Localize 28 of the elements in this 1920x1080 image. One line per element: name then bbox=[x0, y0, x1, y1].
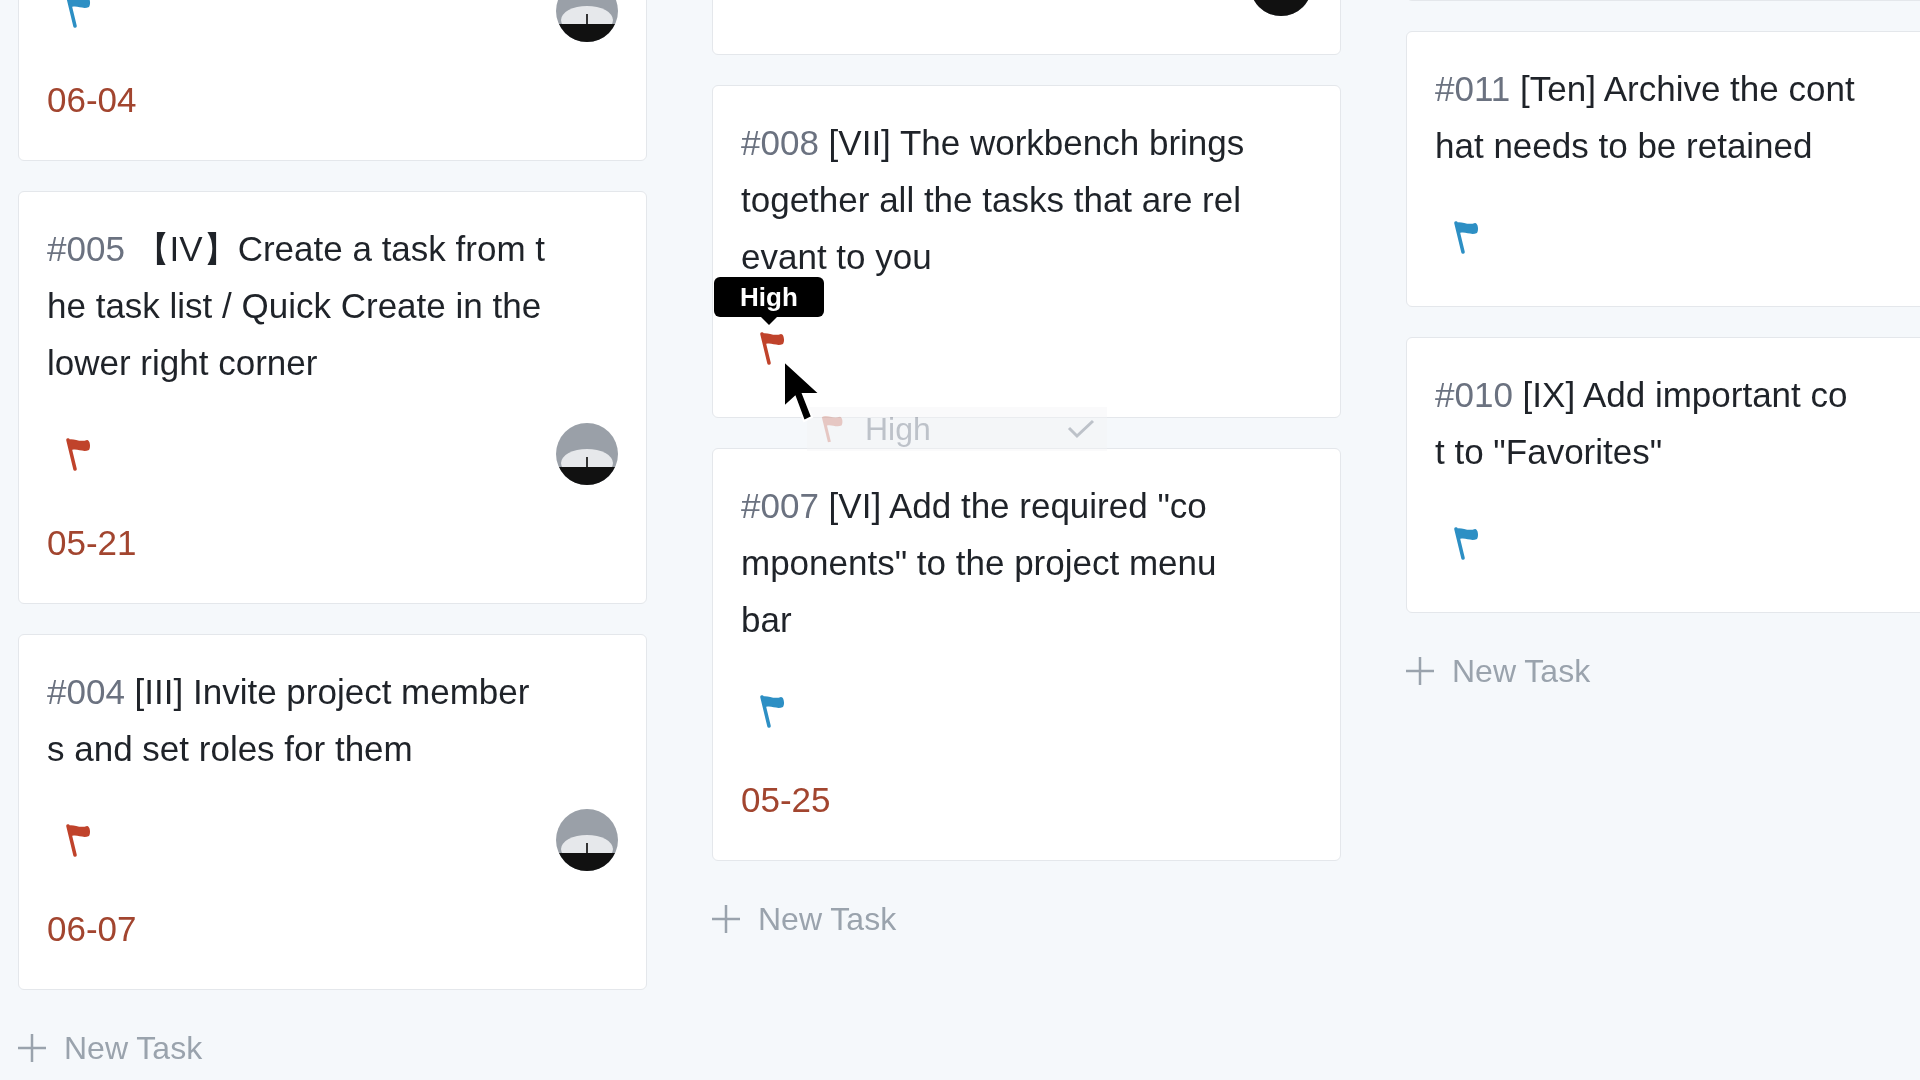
plus-icon bbox=[16, 1032, 48, 1064]
flag-icon[interactable] bbox=[1451, 526, 1481, 560]
due-date: 05-21 bbox=[47, 522, 138, 564]
task-card[interactable]: #011 [Ten] Archive the cont hat needs to be retained bbox=[1406, 31, 1920, 307]
task-title: #004 [III] Invite project member s and set roles for them bbox=[47, 671, 531, 770]
flag-icon[interactable] bbox=[757, 331, 787, 365]
task-card[interactable]: #005 【IV】Create a task from t he task list / Quick Create in the lower right corner 05-21 bbox=[18, 191, 647, 604]
due-date: 06-04 bbox=[47, 79, 138, 121]
task-card[interactable]: #007 [VI] Add the required "co mponents" to the project menu bar 05-25 bbox=[712, 448, 1341, 861]
task-title: #011 [Ten] Archive the cont hat needs to be retained bbox=[1435, 68, 1856, 167]
flag-icon[interactable] bbox=[63, 437, 93, 471]
tooltip: High bbox=[714, 277, 824, 317]
task-title: #005 【IV】Create a task from t he task list / Quick Create in the lower right corner bbox=[47, 228, 546, 384]
task-title: #010 [IX] Add important co t to "Favorites" bbox=[1435, 374, 1849, 473]
task-card[interactable]: #004 [III] Invite project member s and set roles for them 06-07 bbox=[18, 634, 647, 990]
plus-icon bbox=[710, 903, 742, 935]
flag-icon[interactable] bbox=[1451, 220, 1481, 254]
due-date: 05-25 bbox=[741, 779, 832, 821]
flag-icon[interactable] bbox=[63, 823, 93, 857]
flag-icon bbox=[819, 414, 845, 444]
task-title: #007 [VI] Add the required "co mponents" to the project menu bar bbox=[741, 485, 1218, 641]
task-card[interactable]: #010 [IX] Add important co t to "Favorites" bbox=[1406, 337, 1920, 613]
plus-icon bbox=[1404, 655, 1436, 687]
flag-icon[interactable] bbox=[757, 694, 787, 728]
check-icon bbox=[1067, 419, 1095, 439]
due-date: 06-07 bbox=[47, 908, 138, 950]
task-title: #008 [VII] The workbench brings together all the tasks that are rel evant to you bbox=[741, 122, 1246, 278]
task-card[interactable]: 06-04 bbox=[18, 0, 647, 161]
